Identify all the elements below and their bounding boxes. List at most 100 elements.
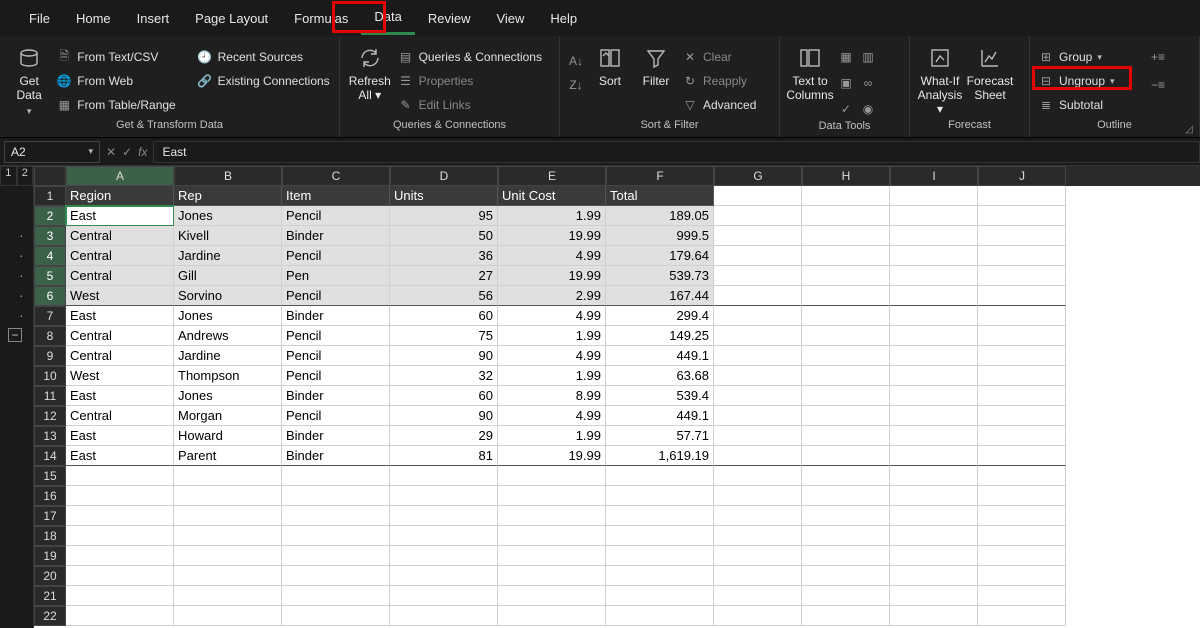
cell[interactable]: Pencil — [282, 326, 390, 346]
cell[interactable] — [978, 186, 1066, 206]
remove-duplicates[interactable]: ▣ — [838, 72, 854, 94]
cell[interactable] — [714, 506, 802, 526]
consolidate[interactable]: ▥ — [860, 46, 876, 68]
cell[interactable] — [890, 366, 978, 386]
cell[interactable] — [890, 306, 978, 326]
cell[interactable] — [390, 566, 498, 586]
cell[interactable]: Rep — [174, 186, 282, 206]
cell[interactable] — [174, 566, 282, 586]
cell[interactable] — [66, 466, 174, 486]
cell[interactable] — [714, 346, 802, 366]
cell[interactable] — [890, 586, 978, 606]
cell[interactable]: 95 — [390, 206, 498, 226]
row-header[interactable]: 5 — [34, 266, 66, 286]
cell[interactable]: Pencil — [282, 346, 390, 366]
cell[interactable] — [802, 206, 890, 226]
cell[interactable] — [714, 526, 802, 546]
cell[interactable] — [890, 446, 978, 466]
cell[interactable] — [174, 546, 282, 566]
cell[interactable] — [174, 486, 282, 506]
cell[interactable]: 19.99 — [498, 266, 606, 286]
cell[interactable]: Sorvino — [174, 286, 282, 306]
cell[interactable] — [890, 246, 978, 266]
cell[interactable]: Pencil — [282, 366, 390, 386]
cell[interactable]: 4.99 — [498, 306, 606, 326]
cell[interactable] — [802, 466, 890, 486]
col-header-A[interactable]: A — [66, 166, 174, 186]
cell[interactable] — [606, 566, 714, 586]
cell[interactable] — [890, 186, 978, 206]
row-header[interactable]: 3 — [34, 226, 66, 246]
cell[interactable] — [802, 426, 890, 446]
cell[interactable] — [714, 466, 802, 486]
cell[interactable]: 90 — [390, 406, 498, 426]
cell[interactable]: Binder — [282, 306, 390, 326]
col-header-F[interactable]: F — [606, 166, 714, 186]
menu-home[interactable]: Home — [63, 3, 124, 34]
cell[interactable] — [802, 226, 890, 246]
row-header[interactable]: 1 — [34, 186, 66, 206]
cell[interactable] — [66, 506, 174, 526]
cell[interactable] — [714, 246, 802, 266]
cell[interactable]: Pencil — [282, 206, 390, 226]
row-header[interactable]: 14 — [34, 446, 66, 466]
cell[interactable] — [282, 566, 390, 586]
cell[interactable]: 167.44 — [606, 286, 714, 306]
cell[interactable] — [978, 306, 1066, 326]
row-header[interactable]: 20 — [34, 566, 66, 586]
cell[interactable]: Central — [66, 266, 174, 286]
filter-button[interactable]: Filter — [636, 40, 676, 88]
data-model[interactable]: ◉ — [860, 98, 876, 120]
properties[interactable]: ☰Properties — [398, 70, 551, 92]
cell[interactable]: Unit Cost — [498, 186, 606, 206]
cell[interactable] — [390, 606, 498, 626]
cell[interactable]: 63.68 — [606, 366, 714, 386]
cell[interactable] — [890, 346, 978, 366]
cell[interactable]: Region — [66, 186, 174, 206]
cell[interactable]: 539.73 — [606, 266, 714, 286]
cell[interactable]: Central — [66, 326, 174, 346]
cell[interactable]: Units — [390, 186, 498, 206]
sort-desc[interactable]: Z↓ — [568, 74, 584, 96]
menu-view[interactable]: View — [483, 3, 537, 34]
select-all-corner[interactable] — [34, 166, 66, 186]
cell[interactable]: 8.99 — [498, 386, 606, 406]
row-header[interactable]: 22 — [34, 606, 66, 626]
col-header-I[interactable]: I — [890, 166, 978, 186]
cell[interactable] — [890, 466, 978, 486]
col-header-D[interactable]: D — [390, 166, 498, 186]
cell[interactable]: 1.99 — [498, 366, 606, 386]
cell[interactable]: 19.99 — [498, 226, 606, 246]
cell[interactable] — [890, 386, 978, 406]
col-header-G[interactable]: G — [714, 166, 802, 186]
enter-formula-icon[interactable]: ✓ — [122, 145, 132, 159]
cell[interactable] — [978, 566, 1066, 586]
cell[interactable] — [978, 366, 1066, 386]
cell[interactable]: 1.99 — [498, 426, 606, 446]
cell[interactable] — [498, 466, 606, 486]
cell[interactable] — [606, 506, 714, 526]
row-header[interactable]: 21 — [34, 586, 66, 606]
cell[interactable]: 1.99 — [498, 206, 606, 226]
menu-help[interactable]: Help — [537, 3, 590, 34]
cell[interactable] — [714, 586, 802, 606]
cell[interactable] — [802, 606, 890, 626]
cell[interactable]: 999.5 — [606, 226, 714, 246]
cell[interactable]: 179.64 — [606, 246, 714, 266]
cell[interactable]: 57.71 — [606, 426, 714, 446]
cell[interactable]: East — [66, 386, 174, 406]
cell[interactable]: 449.1 — [606, 406, 714, 426]
text-to-columns[interactable]: Text to Columns — [788, 40, 832, 102]
cell[interactable] — [714, 206, 802, 226]
cell[interactable]: Binder — [282, 446, 390, 466]
cell[interactable] — [66, 606, 174, 626]
cell[interactable]: 60 — [390, 386, 498, 406]
cell[interactable]: 27 — [390, 266, 498, 286]
cell[interactable] — [390, 486, 498, 506]
cell[interactable] — [890, 226, 978, 246]
cell[interactable]: 1.99 — [498, 326, 606, 346]
cell[interactable]: 539.4 — [606, 386, 714, 406]
cell[interactable] — [978, 266, 1066, 286]
cell[interactable] — [714, 386, 802, 406]
cell[interactable] — [282, 466, 390, 486]
